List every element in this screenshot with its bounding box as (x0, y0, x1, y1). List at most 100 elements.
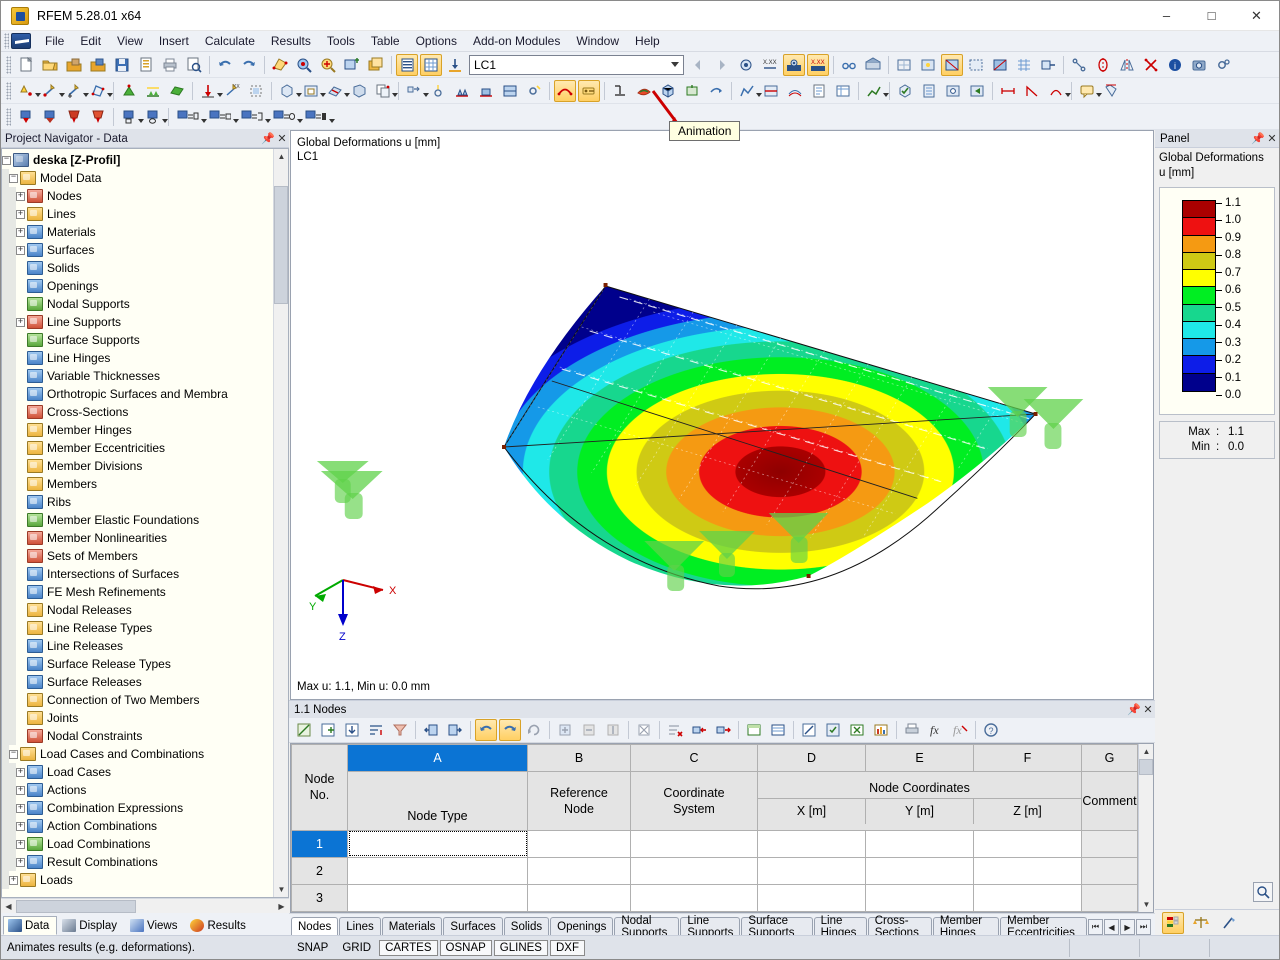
status-toggle-osnap[interactable]: OSNAP (439, 939, 492, 956)
result-values-icon[interactable]: X.XX (759, 54, 781, 76)
tree-item[interactable]: Surface Release Types (2, 655, 288, 673)
open-file-icon[interactable] (39, 54, 61, 76)
nav-tab-views[interactable]: Views (125, 916, 185, 935)
grid-vertical-scrollbar[interactable]: ▲ ▼ (1138, 744, 1153, 912)
table-tab-line-supports[interactable]: Line Supports (680, 915, 741, 939)
table-tab-nodal-supports[interactable]: Nodal Supports (614, 915, 680, 939)
menu-table[interactable]: Table (363, 32, 408, 50)
remove-row-icon[interactable] (578, 719, 600, 741)
pin-icon[interactable]: 📌 (1127, 703, 1141, 716)
table-redo-icon[interactable] (499, 719, 521, 741)
tree-item[interactable]: Load Combinations (2, 835, 288, 853)
edit-table-icon[interactable] (293, 719, 315, 741)
menu-edit[interactable]: Edit (72, 32, 109, 50)
table-cell[interactable] (527, 829, 631, 858)
zoom-all-icon[interactable] (341, 54, 363, 76)
delete-selected-left-icon[interactable] (688, 719, 710, 741)
tree-item[interactable]: Joints (2, 709, 288, 727)
menu-file[interactable]: File (37, 32, 72, 50)
nodes-grid[interactable]: Node No. A B C D E F G Node Type Reference Node Coor… (290, 743, 1154, 913)
table-edit-cell-icon[interactable] (798, 719, 820, 741)
navigator-tree[interactable]: deska [Z-Profil] Model Data Nodes Lines Mate… (1, 148, 289, 898)
close-button[interactable]: ✕ (1234, 1, 1279, 31)
table-chart-icon[interactable] (870, 719, 892, 741)
tree-item[interactable]: Connection of Two Members (2, 691, 288, 709)
new-node-icon[interactable] (15, 80, 41, 102)
support-generate-icon[interactable] (451, 80, 473, 102)
tree-expander[interactable] (9, 749, 18, 759)
table-cell[interactable] (865, 883, 974, 912)
show-tables-icon[interactable] (396, 53, 418, 76)
tree-expander[interactable] (16, 839, 25, 849)
previous-load-case-icon[interactable] (687, 54, 709, 76)
close-icon[interactable]: ✕ (1265, 132, 1279, 145)
table-cell[interactable] (527, 883, 631, 912)
dim-angle-icon[interactable] (1021, 80, 1043, 102)
open-project-icon[interactable] (87, 54, 109, 76)
nav-tab-results[interactable]: Results (185, 916, 253, 935)
tree-item[interactable]: Sets of Members (2, 547, 288, 565)
table-undo-icon[interactable] (475, 719, 497, 741)
tree-item[interactable]: Surface Releases (2, 673, 288, 691)
circle-select-icon[interactable] (142, 106, 168, 128)
chevron-down-icon[interactable] (666, 56, 683, 74)
solid-view-icon[interactable] (917, 54, 939, 76)
tree-item[interactable]: Nodal Supports (2, 295, 288, 313)
grid-scroll-thumb[interactable] (1139, 759, 1153, 775)
tree-item[interactable]: Member Nonlinearities (2, 529, 288, 547)
division-select-3-icon[interactable] (237, 106, 271, 128)
mesh-settings-icon[interactable] (427, 80, 449, 102)
tree-item[interactable]: Materials (2, 223, 288, 241)
table-tab-solids[interactable]: Solids (503, 917, 550, 935)
view-section-icon[interactable] (1037, 54, 1059, 76)
table-cell[interactable] (347, 883, 528, 912)
table-view-icon[interactable] (767, 719, 789, 741)
tree-item[interactable]: Nodes (2, 187, 288, 205)
support-reaction-icon[interactable] (609, 80, 631, 102)
panel-color-scale-icon[interactable] (1162, 911, 1184, 934)
status-toggle-dxf[interactable]: DXF (549, 939, 585, 956)
function-icon[interactable]: fx (925, 719, 947, 741)
minimize-button[interactable]: – (1144, 1, 1189, 31)
mirror-icon[interactable] (1116, 54, 1138, 76)
new-line-icon[interactable] (39, 80, 65, 102)
tree-item[interactable]: Actions (2, 781, 288, 799)
support-generate-2-icon[interactable] (475, 80, 497, 102)
table-cell[interactable] (973, 829, 1082, 858)
tree-expander[interactable] (9, 875, 18, 885)
color-legend[interactable]: 1.1 1.0 0.9 0.8 0.7 0.6 0.5 0.4 0.3 0.2 0.1 0.0 (1159, 187, 1275, 415)
chevron-down-icon[interactable] (883, 92, 889, 97)
grid-scroll-up-icon[interactable]: ▲ (1139, 744, 1153, 759)
chevron-down-icon[interactable] (1065, 92, 1071, 97)
wireframe-view-icon[interactable] (893, 54, 915, 76)
tree-expander[interactable] (16, 785, 25, 795)
scroll-left-icon[interactable]: ◀ (1, 898, 16, 914)
nav-tab-display[interactable]: Display (57, 916, 125, 935)
new-member-load-icon[interactable]: XX (221, 80, 243, 102)
toolbar-grip-3[interactable] (6, 107, 11, 126)
table-cell[interactable] (347, 829, 528, 858)
shaded-view-icon[interactable] (989, 54, 1011, 76)
table-row[interactable]: 1 (291, 829, 1138, 858)
tree-expander[interactable] (16, 821, 25, 831)
tree-item[interactable]: Load Cases (2, 763, 288, 781)
new-surface-load-icon[interactable] (245, 80, 267, 102)
view-rotate-icon[interactable] (705, 80, 727, 102)
function-delete-icon[interactable]: fx (949, 719, 971, 741)
tree-item[interactable]: Cross-Sections (2, 403, 288, 421)
table-tab-member-eccentricities[interactable]: Member Eccentricities (1000, 915, 1087, 939)
transparent-view-icon[interactable] (941, 53, 963, 76)
toolbar-grip-2[interactable] (6, 81, 11, 100)
scale-icon[interactable] (1140, 54, 1162, 76)
prev-tab-button[interactable]: ◀ (1104, 919, 1119, 935)
tree-item[interactable]: Line Releases (2, 637, 288, 655)
new-nodal-support-icon[interactable] (118, 80, 140, 102)
filter-table-icon[interactable] (389, 719, 411, 741)
tree-item[interactable]: Model Data (2, 169, 288, 187)
column-letter-f[interactable]: F (973, 744, 1082, 772)
nodal-load-icon[interactable] (15, 106, 37, 128)
pin-icon[interactable]: 📌 (1251, 132, 1265, 145)
table-cell[interactable] (865, 829, 974, 858)
row-number[interactable]: 2 (291, 856, 348, 885)
division-select-5-icon[interactable] (301, 106, 335, 128)
